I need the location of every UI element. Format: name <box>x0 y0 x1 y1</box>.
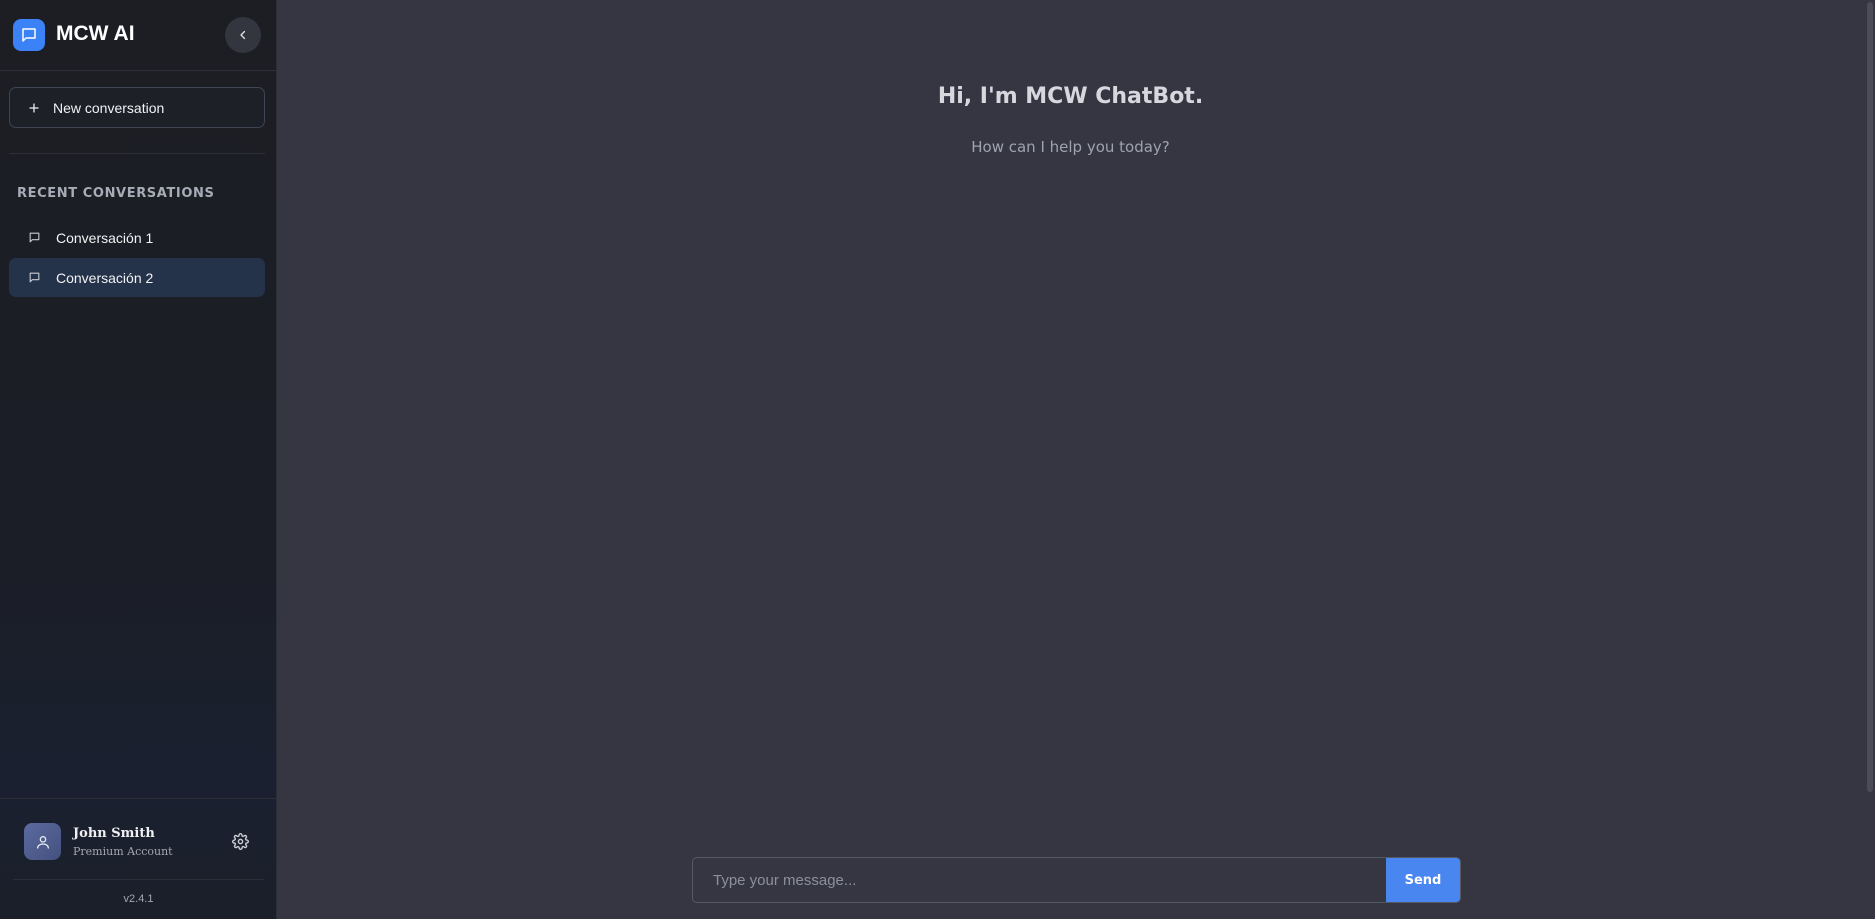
user-divider <box>13 879 264 880</box>
chat-bubble-icon <box>13 19 45 51</box>
brand-name: MCW AI <box>56 22 135 45</box>
avatar[interactable] <box>24 823 61 860</box>
conversation-label: Conversación 2 <box>56 269 154 286</box>
chat-main: Hi, I'm MCW ChatBot. How can I help you … <box>278 0 1865 919</box>
user-plan: Premium Account <box>73 845 173 858</box>
conversation-item-2[interactable]: Conversación 2 <box>9 258 265 297</box>
sidebar: MCW AI New conversation RECENT CONVERSAT… <box>0 0 277 919</box>
chat-bubble-icon <box>28 271 42 285</box>
new-conversation-label: New conversation <box>53 99 165 116</box>
new-conversation-button[interactable]: New conversation <box>9 87 265 128</box>
chevron-left-icon <box>240 30 246 40</box>
user-icon <box>36 835 49 849</box>
settings-button[interactable] <box>231 832 249 850</box>
scrollbar-thumb[interactable] <box>1867 2 1873 792</box>
brand-header: MCW AI <box>0 0 277 71</box>
scrollbar[interactable] <box>1865 0 1875 919</box>
chat-bubble-icon <box>28 231 42 245</box>
recent-conversations-heading: RECENT CONVERSATIONS <box>17 186 215 201</box>
conversation-item-1[interactable]: Conversación 1 <box>9 218 265 257</box>
greeting-subtitle: How can I help you today? <box>971 138 1170 156</box>
message-composer: Send <box>692 857 1461 903</box>
version-label: v2.4.1 <box>123 893 154 905</box>
sidebar-divider <box>9 153 265 154</box>
collapse-sidebar-button[interactable] <box>225 17 261 53</box>
greeting-title: Hi, I'm MCW ChatBot. <box>937 84 1204 109</box>
send-button[interactable]: Send <box>1386 858 1460 902</box>
user-name: John Smith <box>73 826 155 841</box>
gear-icon <box>231 832 249 850</box>
message-input[interactable] <box>693 858 1386 902</box>
user-panel: John Smith Premium Account v2.4.1 <box>0 798 277 919</box>
plus-icon <box>27 101 41 115</box>
conversation-label: Conversación 1 <box>56 229 154 246</box>
